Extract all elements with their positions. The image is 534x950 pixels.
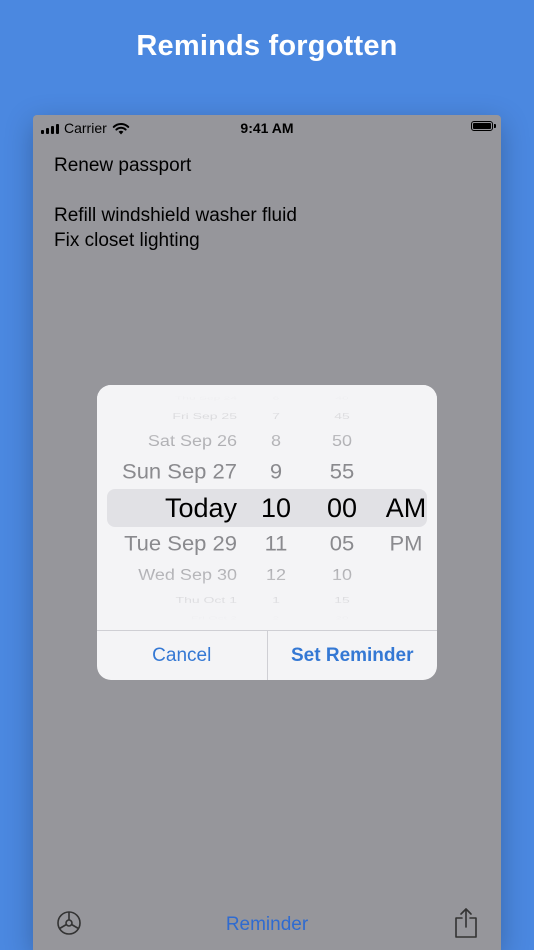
picker-minute-option[interactable]: 10 bbox=[312, 566, 372, 585]
battery-icon bbox=[471, 121, 496, 131]
bottom-toolbar: Reminder bbox=[33, 905, 501, 950]
headline: Reminds forgotten bbox=[136, 30, 398, 62]
note-line[interactable]: Fix closet lighting bbox=[54, 228, 297, 253]
picker-day-option[interactable]: Today bbox=[107, 493, 237, 524]
picker-minute-column[interactable]: 40 45 50 55 00 05 10 15 20 bbox=[312, 385, 372, 630]
picker-day-column[interactable]: Thu Sep 24 Fri Sep 25 Sat Sep 26 Sun Sep 27… bbox=[107, 385, 237, 630]
share-icon[interactable] bbox=[453, 907, 479, 939]
picker-minute-option[interactable]: 00 bbox=[312, 493, 372, 524]
set-reminder-button[interactable]: Set Reminder bbox=[266, 631, 438, 680]
picker-day-option[interactable]: Thu Oct 1 bbox=[107, 595, 237, 606]
picker-hour-option[interactable]: 12 bbox=[247, 566, 305, 585]
picker-hour-column[interactable]: 6 7 8 9 10 11 12 1 2 bbox=[247, 385, 305, 630]
note-line[interactable]: Refill windshield washer fluid bbox=[54, 203, 297, 228]
dialog-button-bar: Cancel Set Reminder bbox=[97, 630, 437, 680]
picker-period-column[interactable]: AM PM bbox=[379, 385, 433, 630]
status-bar: Carrier 9:41 AM bbox=[33, 115, 501, 139]
picker-day-option[interactable]: Tue Sep 29 bbox=[107, 532, 237, 557]
note-line[interactable]: Renew passport bbox=[54, 153, 297, 178]
picker-day-option[interactable]: Sun Sep 27 bbox=[107, 460, 237, 485]
picker-minute-option[interactable]: 15 bbox=[312, 595, 372, 606]
notes-list: Renew passport Refill windshield washer … bbox=[54, 153, 297, 253]
picker-day-option[interactable]: Sat Sep 26 bbox=[107, 432, 237, 451]
picker-hour-option[interactable]: 10 bbox=[247, 493, 305, 524]
picker-hour-option[interactable]: 8 bbox=[247, 432, 305, 451]
picker-hour-option[interactable]: 11 bbox=[247, 532, 305, 557]
picker-period-option[interactable]: PM bbox=[379, 532, 433, 557]
phone-screen: Carrier 9:41 AM Renew passport Refill wi… bbox=[33, 115, 501, 950]
picker-day-option[interactable]: Fri Sep 25 bbox=[107, 411, 237, 422]
toolbar-title[interactable]: Reminder bbox=[33, 914, 501, 936]
picker-hour-option[interactable]: 1 bbox=[247, 595, 305, 606]
note-line[interactable] bbox=[54, 178, 297, 203]
picker-day-option[interactable]: Fri Oct 2 bbox=[107, 615, 237, 621]
picker-hour-option[interactable]: 7 bbox=[247, 411, 305, 422]
reminder-dialog: Thu Sep 24 Fri Sep 25 Sat Sep 26 Sun Sep 27… bbox=[97, 385, 437, 680]
picker-minute-option[interactable]: 05 bbox=[312, 532, 372, 557]
picker-hour-option[interactable]: 6 bbox=[247, 395, 305, 401]
picker-minute-option[interactable]: 55 bbox=[312, 460, 372, 485]
picker-minute-option[interactable]: 20 bbox=[312, 615, 372, 621]
picker-minute-option[interactable]: 45 bbox=[312, 411, 372, 422]
picker-day-option[interactable]: Thu Sep 24 bbox=[107, 395, 237, 401]
status-time: 9:41 AM bbox=[240, 120, 294, 136]
picker-period-option[interactable]: AM bbox=[379, 493, 433, 524]
date-time-picker[interactable]: Thu Sep 24 Fri Sep 25 Sat Sep 26 Sun Sep 27… bbox=[97, 385, 437, 630]
picker-minute-option[interactable]: 50 bbox=[312, 432, 372, 451]
picker-minute-option[interactable]: 40 bbox=[312, 395, 372, 401]
cancel-button[interactable]: Cancel bbox=[97, 631, 267, 680]
picker-hour-option[interactable]: 2 bbox=[247, 615, 305, 621]
picker-hour-option[interactable]: 9 bbox=[247, 460, 305, 485]
picker-day-option[interactable]: Wed Sep 30 bbox=[107, 566, 237, 585]
